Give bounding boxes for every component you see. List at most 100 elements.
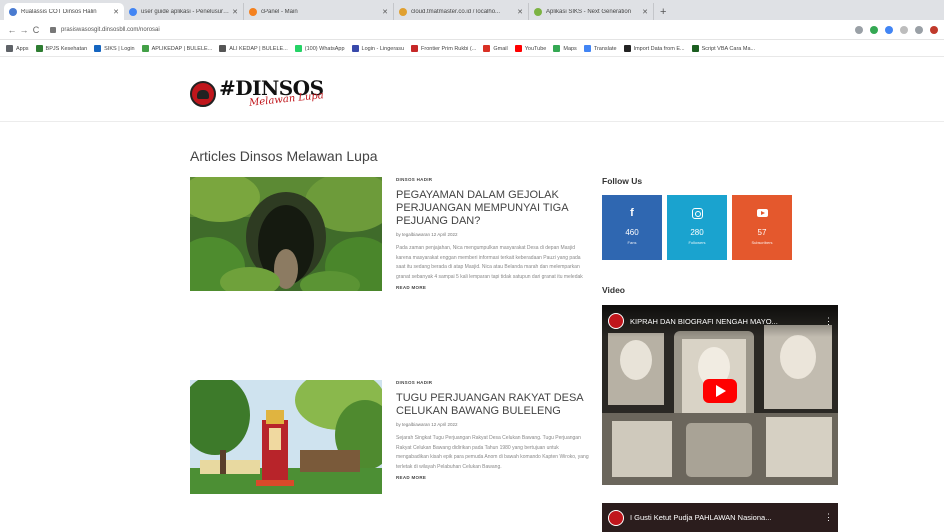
article-content: DINSOS HADIR TUGU PERJUANGAN RAKYAT DESA… bbox=[396, 380, 590, 480]
bookmark-item[interactable]: Script VBA Cara Ma... bbox=[691, 45, 756, 52]
tab-title: Rualassis COT Dinsos Halin bbox=[21, 8, 97, 15]
tab-close-icon[interactable]: ✕ bbox=[517, 8, 523, 16]
tab-favicon-icon bbox=[9, 7, 17, 16]
video-embed[interactable]: I Gusti Ketut Pudja PAHLAWAN Nasiona... … bbox=[602, 503, 838, 532]
tab-favicon-icon bbox=[534, 7, 542, 16]
browser-tab[interactable]: cPanel - Main ✕ bbox=[244, 3, 394, 20]
video-title[interactable]: KIPRAH DAN BIOGRAFI NENGAH MAYO... bbox=[630, 317, 824, 326]
facebook-follow-box[interactable]: f 460 Fans bbox=[602, 195, 662, 260]
address-bar-row: ← → C prasiswasosgit.dinsosbll.com/noros… bbox=[0, 20, 944, 40]
article-byline: by tegalbiawaran 12 April 2022 bbox=[396, 232, 458, 237]
bookmark-item[interactable]: Apps bbox=[6, 45, 29, 52]
profile-avatar-icon[interactable] bbox=[930, 25, 938, 34]
extension-icon[interactable] bbox=[885, 25, 893, 34]
article-thumbnail[interactable] bbox=[190, 380, 382, 494]
bookmark-item[interactable]: Frontier Prim Rukbi (... bbox=[411, 45, 476, 52]
url-field[interactable]: prasiswasosgit.dinsosbll.com/norosai bbox=[50, 23, 855, 37]
bookmark-label: SIKS | Login bbox=[104, 45, 135, 52]
extension-icon[interactable] bbox=[900, 25, 908, 34]
instagram-icon bbox=[691, 207, 703, 219]
bookmark-item[interactable]: Maps bbox=[553, 45, 577, 52]
bookmark-label: ALI KEDAP | BULELE... bbox=[229, 45, 288, 52]
extension-icon[interactable] bbox=[870, 25, 878, 34]
bookmark-favicon-icon bbox=[514, 45, 522, 52]
back-button[interactable]: ← bbox=[6, 25, 18, 35]
tab-close-icon[interactable]: ✕ bbox=[642, 8, 648, 16]
follow-us-title: Follow Us bbox=[602, 176, 643, 186]
bookmark-item[interactable]: Gmail bbox=[483, 45, 508, 52]
reload-button[interactable]: C bbox=[30, 25, 42, 35]
article-content: DINSOS HADIR PEGAYAMAN DALAM GEJOLAK PER… bbox=[396, 177, 590, 290]
bookmark-item[interactable]: APLIKEDAP | BULELE... bbox=[141, 45, 212, 52]
forward-button[interactable]: → bbox=[18, 25, 30, 35]
follow-count: 280 bbox=[690, 228, 704, 237]
youtube-icon bbox=[756, 209, 768, 217]
bookmark-item[interactable]: Import Data from E... bbox=[623, 45, 685, 52]
follow-label: Subscribers bbox=[751, 240, 773, 245]
site-logo[interactable]: #DINSOS Melawan Lupa bbox=[190, 77, 324, 111]
bookmark-favicon-icon bbox=[553, 45, 561, 52]
article-card: DINSOS HADIR TUGU PERJUANGAN RAKYAT DESA… bbox=[190, 380, 590, 532]
tab-title: cloud.tmatmaster.co.id / localho... bbox=[411, 8, 501, 15]
play-button[interactable] bbox=[703, 379, 737, 403]
bookmark-item[interactable]: SIKS | Login bbox=[94, 45, 135, 52]
star-icon[interactable] bbox=[855, 25, 863, 34]
bookmark-label: Import Data from E... bbox=[633, 45, 685, 52]
youtube-follow-box[interactable]: 57 Subscribers bbox=[732, 195, 792, 260]
more-options-icon[interactable]: ⋮ bbox=[824, 316, 833, 327]
bookmark-favicon-icon bbox=[294, 45, 302, 52]
facebook-icon: f bbox=[630, 207, 634, 219]
tab-favicon-icon bbox=[129, 7, 137, 16]
new-tab-button[interactable]: + bbox=[654, 6, 672, 20]
tab-close-icon[interactable]: ✕ bbox=[382, 8, 388, 16]
tab-close-icon[interactable]: ✕ bbox=[113, 8, 119, 16]
browser-tab[interactable]: user guide aplikasi - Penelusuran ✕ bbox=[124, 3, 244, 20]
tab-favicon-icon bbox=[249, 7, 257, 16]
bookmark-favicon-icon bbox=[219, 45, 227, 52]
channel-avatar-icon[interactable] bbox=[608, 313, 624, 329]
url-text: prasiswasosgit.dinsosbll.com/norosai bbox=[61, 26, 160, 33]
video-embed[interactable]: KIPRAH DAN BIOGRAFI NENGAH MAYO... ⋮ bbox=[602, 305, 838, 485]
article-title[interactable]: PEGAYAMAN DALAM GEJOLAK PERJUANGAN MEMPU… bbox=[396, 189, 590, 228]
article-title[interactable]: TUGU PERJUANGAN RAKYAT DESA CELUKAN BAWA… bbox=[396, 392, 590, 418]
bookmark-item[interactable]: Translate bbox=[583, 45, 617, 52]
bookmark-item[interactable]: ALI KEDAP | BULELE... bbox=[219, 45, 288, 52]
tab-close-icon[interactable]: ✕ bbox=[232, 8, 238, 16]
follow-us-boxes: f 460 Fans 280 Followers 57 Subscribers bbox=[602, 195, 792, 260]
play-icon bbox=[716, 385, 726, 397]
article-category[interactable]: DINSOS HADIR bbox=[396, 380, 590, 385]
article-thumbnail[interactable] bbox=[190, 177, 382, 291]
bookmark-item[interactable]: BPJS Kesehatan bbox=[35, 45, 87, 52]
browser-tab[interactable]: Rualassis COT Dinsos Halin ✕ bbox=[4, 3, 124, 20]
bookmark-favicon-icon bbox=[411, 45, 419, 52]
tab-title: user guide aplikasi - Penelusuran bbox=[141, 8, 230, 15]
more-options-icon[interactable]: ⋮ bbox=[824, 512, 833, 523]
video-title[interactable]: I Gusti Ketut Pudja PAHLAWAN Nasiona... bbox=[630, 513, 824, 522]
follow-label: Fans bbox=[627, 240, 637, 245]
bookmark-item[interactable]: Login - Lingerasu bbox=[351, 45, 405, 52]
channel-avatar-icon[interactable] bbox=[608, 509, 624, 526]
video-section-title: Video bbox=[602, 285, 625, 295]
video-header: I Gusti Ketut Pudja PAHLAWAN Nasiona... … bbox=[602, 503, 838, 532]
article-byline: by tegalbiawaran 12 April 2022 bbox=[396, 422, 458, 427]
lock-icon bbox=[50, 26, 56, 33]
read-more-link[interactable]: READ MORE bbox=[396, 475, 590, 480]
article-excerpt: Pada zaman penjajahan, Nica mengumpulkan… bbox=[396, 245, 583, 280]
bookmark-label: Translate bbox=[593, 45, 617, 52]
bookmark-favicon-icon bbox=[94, 45, 102, 52]
bookmark-item[interactable]: YouTube bbox=[514, 45, 546, 52]
puzzle-icon[interactable] bbox=[915, 25, 923, 34]
browser-tab[interactable]: cloud.tmatmaster.co.id / localho... ✕ bbox=[394, 3, 529, 20]
article-category[interactable]: DINSOS HADIR bbox=[396, 177, 590, 182]
bookmark-label: Maps bbox=[563, 45, 577, 52]
bookmark-label: (100) WhatsApp bbox=[304, 45, 345, 52]
browser-tab[interactable]: Aplikasi SIKS - Next Generation ✕ bbox=[529, 3, 654, 20]
bookmark-item[interactable]: (100) WhatsApp bbox=[294, 45, 345, 52]
bookmark-favicon-icon bbox=[351, 45, 359, 52]
tab-favicon-icon bbox=[399, 7, 407, 16]
bookmark-label: Login - Lingerasu bbox=[361, 45, 405, 52]
bookmark-label: Script VBA Cara Ma... bbox=[701, 45, 756, 52]
section-title: Articles Dinsos Melawan Lupa bbox=[190, 148, 378, 164]
read-more-link[interactable]: READ MORE bbox=[396, 285, 590, 290]
instagram-follow-box[interactable]: 280 Followers bbox=[667, 195, 727, 260]
